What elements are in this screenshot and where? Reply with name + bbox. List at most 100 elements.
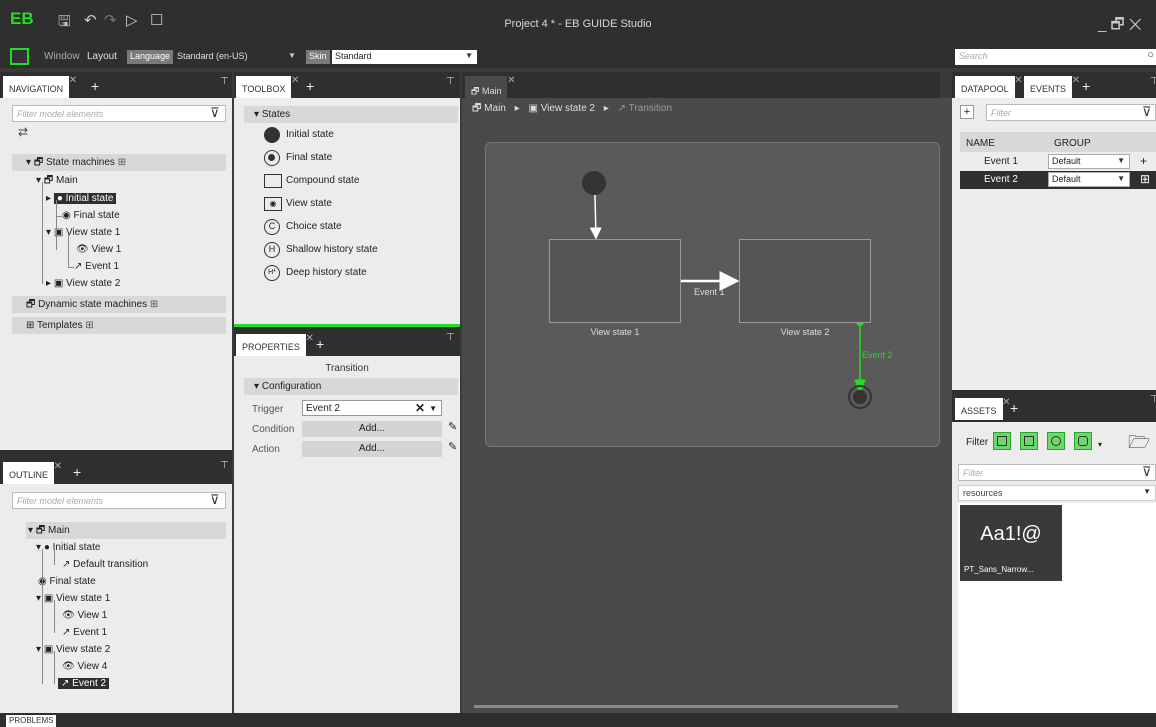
assets-filter-input[interactable]: Filter — [958, 464, 1156, 481]
events-filter-input[interactable]: Filter — [986, 104, 1156, 121]
default-transition-arrow[interactable] — [589, 194, 602, 240]
filter-icon[interactable]: ⊽ — [210, 105, 220, 121]
tool-choice-state[interactable]: C Choice state — [264, 216, 454, 238]
tool-deep-history-state[interactable]: H* Deep history state — [264, 262, 454, 284]
outline-filter-input[interactable]: Filter model elements — [12, 492, 226, 509]
mesh-filter-icon[interactable] — [1047, 432, 1065, 450]
pin-icon[interactable]: ⊤ — [220, 460, 229, 471]
tree-templates[interactable]: ⊞ Templates ⊞ — [12, 317, 226, 334]
add-tab-icon[interactable]: + — [1082, 78, 1090, 94]
tab-assets[interactable]: ASSETS ✕ — [955, 397, 1011, 420]
col-group[interactable]: GROUP — [1054, 138, 1091, 149]
col-name[interactable]: NAME — [966, 138, 995, 149]
outline-initial-state[interactable]: ▾ ● Initial state — [36, 539, 100, 556]
tab-navigation[interactable]: NAVIGATION ✕ — [3, 75, 77, 98]
close-icon[interactable]: ✕ — [507, 75, 515, 86]
tree-view-state-2[interactable]: ▸ ▣ View state 2 — [46, 275, 120, 292]
filter-icon[interactable]: ⊽ — [210, 492, 220, 508]
filter-icon[interactable]: ⊽ — [1142, 104, 1152, 120]
clear-icon[interactable]: ✕ — [415, 401, 425, 415]
tool-shallow-history-state[interactable]: H Shallow history state — [264, 239, 454, 261]
add-tab-icon[interactable]: + — [316, 336, 324, 352]
outline-view-state-1[interactable]: ▾ ▣ View state 1 — [36, 590, 110, 607]
tool-initial-state[interactable]: Initial state — [264, 124, 454, 146]
tree-state-machines[interactable]: ▾ 🗗 State machines ⊞ — [12, 154, 226, 171]
group-dropdown[interactable]: Default ▼ — [1048, 172, 1130, 187]
horizontal-scrollbar[interactable] — [474, 705, 898, 708]
tree-final-state[interactable]: ◉ Final state — [62, 207, 120, 224]
tab-properties[interactable]: PROPERTIES ✕ — [236, 333, 314, 356]
close-icon[interactable]: ✕ — [1072, 75, 1080, 86]
tool-final-state[interactable]: Final state — [264, 147, 454, 169]
breadcrumb-main[interactable]: Main — [484, 103, 506, 114]
language-value[interactable]: Standard (en-US) — [177, 51, 248, 61]
close-icon[interactable]: ✕ — [1014, 75, 1022, 86]
event-1-transition-label[interactable]: Event 1 — [694, 287, 725, 297]
add-tab-icon[interactable]: + — [91, 78, 99, 94]
search-input[interactable]: Search ○ — [955, 49, 1156, 65]
pin-icon[interactable]: ⊤ — [1150, 76, 1156, 87]
outline-event-2[interactable]: ↗ Event 2 — [58, 675, 110, 692]
add-tab-icon[interactable]: + — [306, 78, 314, 94]
add-tab-icon[interactable]: + — [1010, 400, 1018, 416]
tree-view-state-1[interactable]: ▾ ▣ View state 1 — [46, 224, 120, 241]
tool-view-state[interactable]: ◉ View state — [264, 193, 454, 215]
initial-state-node[interactable] — [582, 171, 606, 195]
event-row-1[interactable]: Event 1 Default ▼ + — [960, 153, 1156, 171]
close-icon[interactable]: ✕ — [291, 75, 299, 86]
menu-window[interactable]: Window — [44, 51, 80, 62]
layout-toggle-icon[interactable] — [10, 48, 29, 65]
skin-dropdown[interactable]: Standard ▼ — [332, 50, 477, 64]
add-icon[interactable]: ⊞ — [118, 157, 126, 168]
edit-icon[interactable]: ✎ — [448, 420, 457, 433]
chevron-down-icon[interactable]: ▼ — [429, 404, 437, 413]
breadcrumb-transition[interactable]: Transition — [629, 103, 673, 114]
close-icon[interactable]: ✕ — [69, 75, 77, 86]
action-add-button[interactable]: Add... — [302, 441, 442, 457]
outline-view-4[interactable]: 👁 View 4 — [62, 658, 107, 675]
tab-outline[interactable]: OUTLINE ✕ — [3, 461, 62, 484]
assets-folder-dropdown[interactable]: resources ▼ — [958, 485, 1156, 501]
tree-view-1[interactable]: 👁 View 1 — [76, 241, 121, 258]
tab-problems[interactable]: PROBLEMS — [6, 715, 57, 727]
pin-icon[interactable]: ⊤ — [220, 76, 229, 87]
filter-icon[interactable]: ⊽ — [1142, 464, 1152, 480]
close-icon[interactable]: ✕ — [305, 333, 313, 344]
toolbox-states-section[interactable]: ▾ States — [244, 106, 458, 123]
add-event-button[interactable]: + — [960, 105, 974, 119]
image-filter-icon[interactable] — [993, 432, 1011, 450]
menu-layout[interactable]: Layout — [87, 51, 117, 62]
outline-final-state[interactable]: ◉ Final state — [38, 573, 96, 590]
condition-add-button[interactable]: Add... — [302, 421, 442, 437]
tool-compound-state[interactable]: Compound state — [264, 170, 454, 192]
navigation-filter-input[interactable]: Filter model elements — [12, 105, 226, 122]
tree-dynamic-state-machines[interactable]: 🗗 Dynamic state machines ⊞ — [12, 296, 226, 313]
outline-main[interactable]: ▾ 🗗 Main — [26, 522, 226, 539]
folder-icon[interactable]: 🗁 — [1128, 430, 1150, 460]
outline-event-1[interactable]: ↗ Event 1 — [62, 624, 107, 641]
breadcrumb-view-state-2[interactable]: View state 2 — [541, 103, 595, 114]
chevron-down-icon[interactable]: ▾ — [1098, 440, 1102, 449]
edit-icon[interactable]: ✎ — [448, 440, 457, 453]
configuration-section[interactable]: ▾ Configuration — [244, 378, 458, 395]
outline-default-transition[interactable]: ↗ Default transition — [62, 556, 148, 573]
trigger-dropdown[interactable]: Event 2 ✕ ▼ — [302, 400, 442, 416]
pin-icon[interactable]: ⊤ — [1150, 394, 1156, 405]
outline-view-state-2[interactable]: ▾ ▣ View state 2 — [36, 641, 110, 658]
outline-view-1[interactable]: 👁 View 1 — [62, 607, 107, 624]
shader-filter-icon[interactable] — [1074, 432, 1092, 450]
add-icon[interactable]: ⊞ — [85, 320, 93, 331]
pin-icon[interactable]: ⊤ — [446, 332, 455, 343]
tab-events[interactable]: EVENTS ✕ — [1024, 75, 1080, 98]
close-icon[interactable]: ✕ — [54, 461, 62, 472]
pin-icon[interactable]: ⊤ — [446, 76, 455, 87]
sync-icon[interactable]: ⇄ — [18, 125, 28, 139]
view-state-1-node[interactable] — [549, 239, 681, 323]
font-filter-icon[interactable] — [1020, 432, 1038, 450]
add-icon[interactable]: + — [1140, 154, 1147, 168]
tab-main-editor[interactable]: 🗗 Main ✕ — [465, 75, 515, 98]
chevron-down-icon[interactable]: ▼ — [288, 51, 296, 60]
tab-datapool[interactable]: DATAPOOL ✕ — [955, 75, 1023, 98]
tab-toolbox[interactable]: TOOLBOX ✕ — [236, 75, 299, 98]
window-controls[interactable]: _ 🗗 ✕ — [1098, 14, 1142, 39]
